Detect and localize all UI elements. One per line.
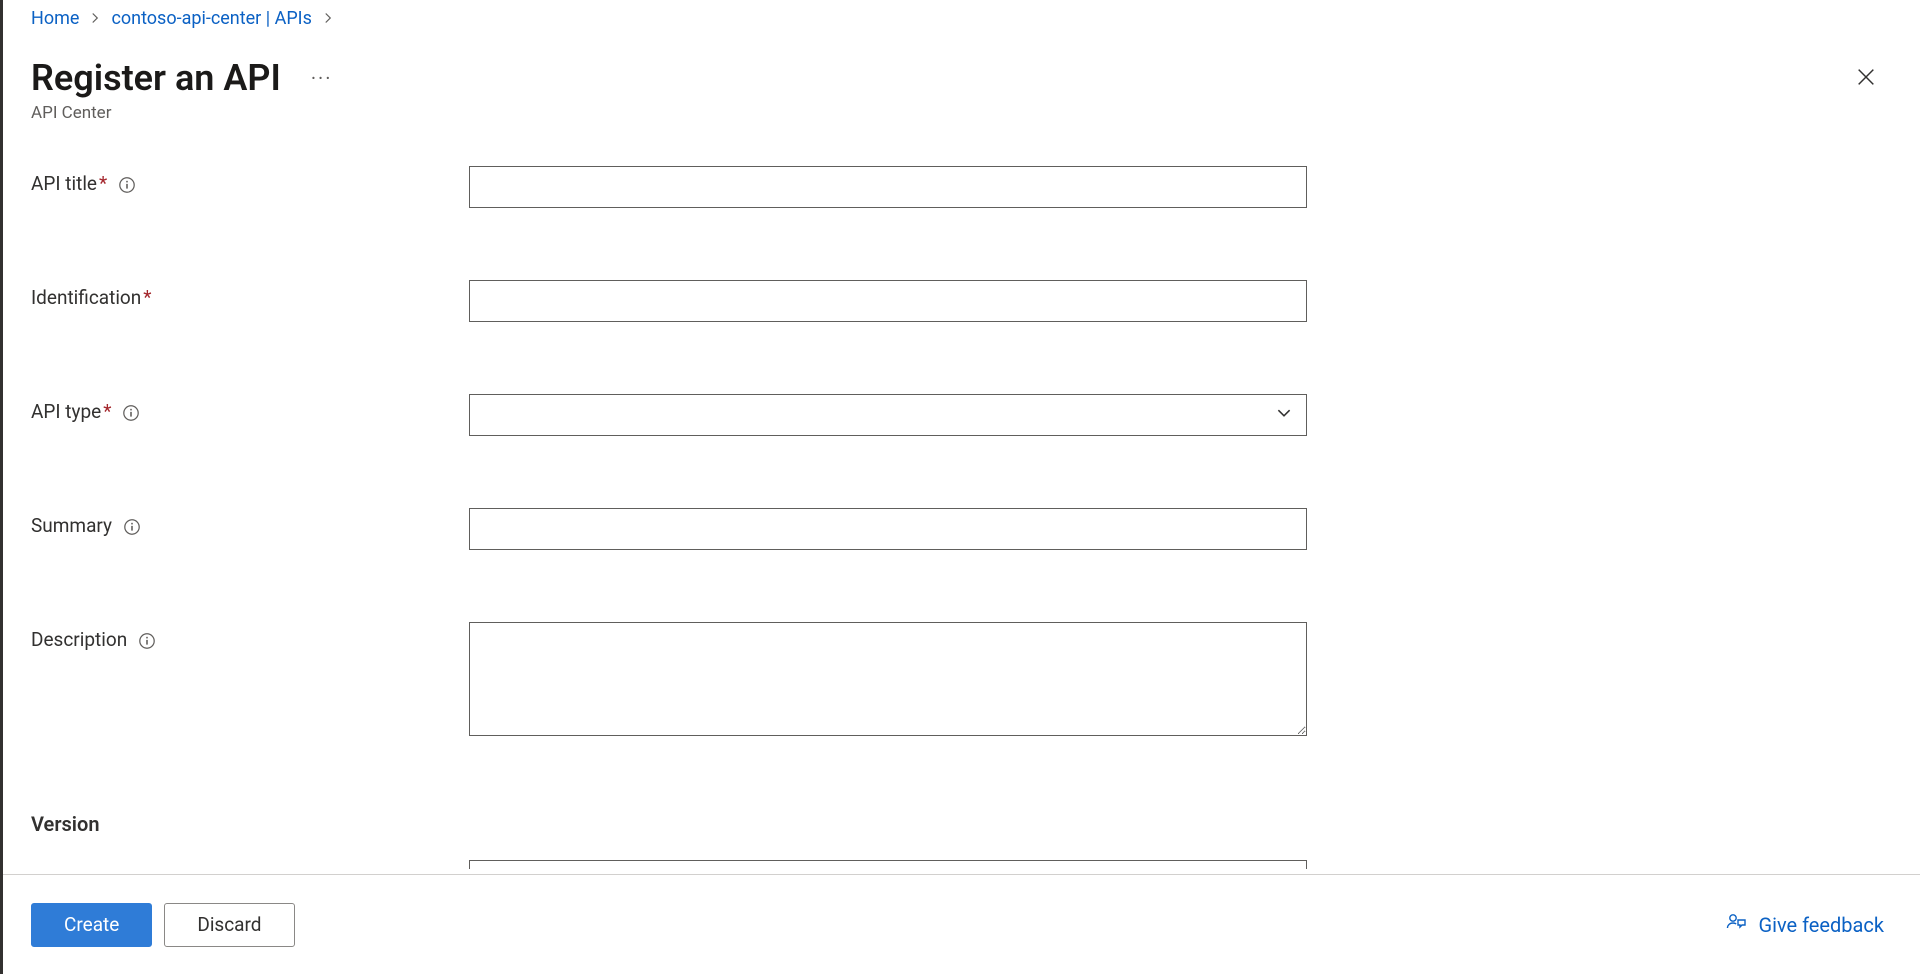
page-title: Register an API [31,57,281,99]
api-title-label: API title* [31,166,469,195]
required-indicator: * [99,172,107,195]
breadcrumb-resource[interactable]: contoso-api-center | APIs [111,8,311,29]
api-type-select[interactable] [469,394,1307,436]
info-icon[interactable] [138,632,156,650]
breadcrumb-home[interactable]: Home [31,8,79,29]
more-icon[interactable]: ··· [311,66,333,90]
info-icon[interactable] [123,518,141,536]
breadcrumb: Home contoso-api-center | APIs [3,0,1920,29]
description-label: Description [31,622,469,651]
api-type-label: API type* [31,394,469,423]
version-title-label: Version title* [31,860,469,869]
description-textarea[interactable] [469,622,1307,736]
page-subtitle: API Center [3,99,1920,123]
form-scroll-area[interactable]: API title* Identification* API type* [3,150,1908,869]
footer-bar: Create Discard Give feedback [3,874,1920,974]
required-indicator: * [103,400,111,423]
summary-input[interactable] [469,508,1307,550]
version-title-input[interactable] [469,860,1307,869]
identification-label: Identification* [31,280,469,309]
chevron-right-icon [89,8,101,29]
summary-label: Summary [31,508,469,537]
page-header: Register an API ··· [3,29,1920,99]
create-button[interactable]: Create [31,903,152,947]
give-feedback-label: Give feedback [1758,913,1884,937]
chevron-right-icon [322,8,334,29]
info-icon[interactable] [118,176,136,194]
required-indicator: * [143,286,151,309]
discard-button[interactable]: Discard [164,903,294,947]
close-button[interactable] [1852,63,1880,91]
feedback-icon [1724,910,1748,939]
api-title-input[interactable] [469,166,1307,208]
identification-input[interactable] [469,280,1307,322]
give-feedback-link[interactable]: Give feedback [1724,910,1892,939]
version-section-title: Version [31,812,1880,836]
info-icon[interactable] [122,404,140,422]
required-indicator: * [133,866,141,869]
